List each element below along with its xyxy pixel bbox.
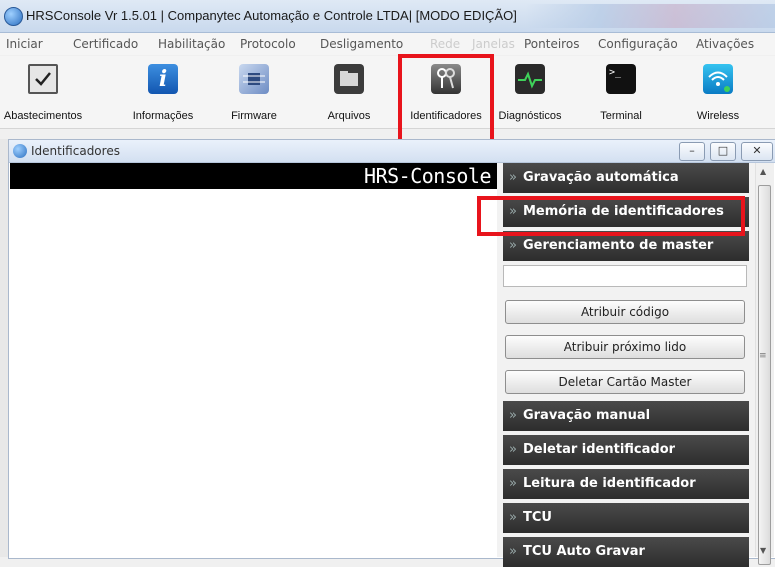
- chevron-right-icon: »: [509, 442, 517, 457]
- title-bar-controls: [525, 4, 775, 28]
- window-icon: [13, 144, 27, 158]
- menu-ativacoes[interactable]: Ativações: [696, 37, 754, 51]
- identifier-list-pane: HRS-Console: [10, 163, 497, 557]
- toolbar-firmware[interactable]: Firmware: [222, 56, 286, 128]
- section-deletar-identificador[interactable]: » Deletar identificador: [503, 435, 749, 465]
- menu-rede[interactable]: Rede: [430, 37, 460, 51]
- section-gravacao-automatica[interactable]: » Gravação automática: [503, 163, 749, 193]
- vertical-scrollbar[interactable]: ▲ ≡ ▼: [755, 163, 774, 565]
- chevron-right-icon: »: [509, 476, 517, 491]
- title-bar: HRSConsole Vr 1.5.01 | Companytec Automa…: [0, 0, 775, 33]
- menu-janelas[interactable]: Janelas: [472, 37, 515, 51]
- toolbar-terminal[interactable]: >_ Terminal: [588, 56, 654, 128]
- window-title: HRSConsole Vr 1.5.01 | Companytec Automa…: [26, 8, 517, 23]
- info-icon: i: [148, 64, 178, 94]
- close-button[interactable]: ✕: [741, 142, 773, 161]
- highlight-identificadores: [398, 54, 494, 147]
- mdi-workspace-edge: [0, 139, 8, 557]
- scroll-grip-icon: ≡: [759, 351, 767, 361]
- menu-configuracao[interactable]: Configuração: [598, 37, 678, 51]
- toolbar: Abastecimentos i Informações Firmware Ar…: [0, 56, 775, 129]
- checkbox-icon: [28, 64, 58, 94]
- deletar-cartao-master-button[interactable]: Deletar Cartão Master: [505, 370, 745, 394]
- menu-ponteiros[interactable]: Ponteiros: [524, 37, 579, 51]
- toolbar-abastecimentos[interactable]: Abastecimentos: [0, 56, 86, 128]
- child-window-titlebar: Identificadores – □ ✕: [9, 140, 775, 163]
- scroll-up-arrow-icon[interactable]: ▲: [760, 167, 766, 176]
- app-icon: [4, 7, 23, 26]
- chevron-right-icon: »: [509, 408, 517, 423]
- toolbar-arquivos[interactable]: Arquivos: [318, 56, 380, 128]
- menu-habilitacao[interactable]: Habilitação: [158, 37, 225, 51]
- menu-iniciar[interactable]: Iniciar: [6, 37, 43, 51]
- menu-desligamento[interactable]: Desligamento: [320, 37, 403, 51]
- scroll-thumb[interactable]: [758, 185, 771, 565]
- maximize-button[interactable]: □: [710, 142, 736, 161]
- toolbar-informacoes[interactable]: i Informações: [124, 56, 202, 128]
- atribuir-codigo-button[interactable]: Atribuir código: [505, 300, 745, 324]
- section-tcu-auto-gravar[interactable]: » TCU Auto Gravar: [503, 537, 749, 567]
- terminal-icon: >_: [606, 64, 636, 94]
- section-gravacao-manual[interactable]: » Gravação manual: [503, 401, 749, 431]
- toolbar-diagnosticos[interactable]: Diagnósticos: [494, 56, 566, 128]
- highlight-gerenciamento-master: [477, 196, 745, 236]
- hrs-banner: HRS-Console: [10, 163, 497, 189]
- menu-bar: Iniciar Certificado Habilitação Protocol…: [0, 33, 775, 55]
- section-leitura-identificador[interactable]: » Leitura de identificador: [503, 469, 749, 499]
- chevron-right-icon: »: [509, 170, 517, 185]
- section-tcu[interactable]: » TCU: [503, 503, 749, 533]
- scroll-down-arrow-icon[interactable]: ▼: [760, 546, 766, 555]
- child-window-title: Identificadores: [31, 144, 120, 158]
- pulse-icon: [515, 64, 545, 94]
- chevron-down-icon: »: [509, 238, 517, 253]
- chip-icon: [239, 64, 269, 94]
- folder-icon: [334, 64, 364, 94]
- master-code-input[interactable]: [503, 265, 747, 287]
- wifi-icon: [703, 64, 733, 94]
- atribuir-proximo-lido-button[interactable]: Atribuir próximo lido: [505, 335, 745, 359]
- toolbar-wireless[interactable]: Wireless: [686, 56, 750, 128]
- minimize-button[interactable]: –: [679, 142, 705, 161]
- menu-certificado[interactable]: Certificado: [73, 37, 138, 51]
- banner-text: HRS-Console: [364, 164, 491, 188]
- menu-protocolo[interactable]: Protocolo: [240, 37, 296, 51]
- chevron-right-icon: »: [509, 510, 517, 525]
